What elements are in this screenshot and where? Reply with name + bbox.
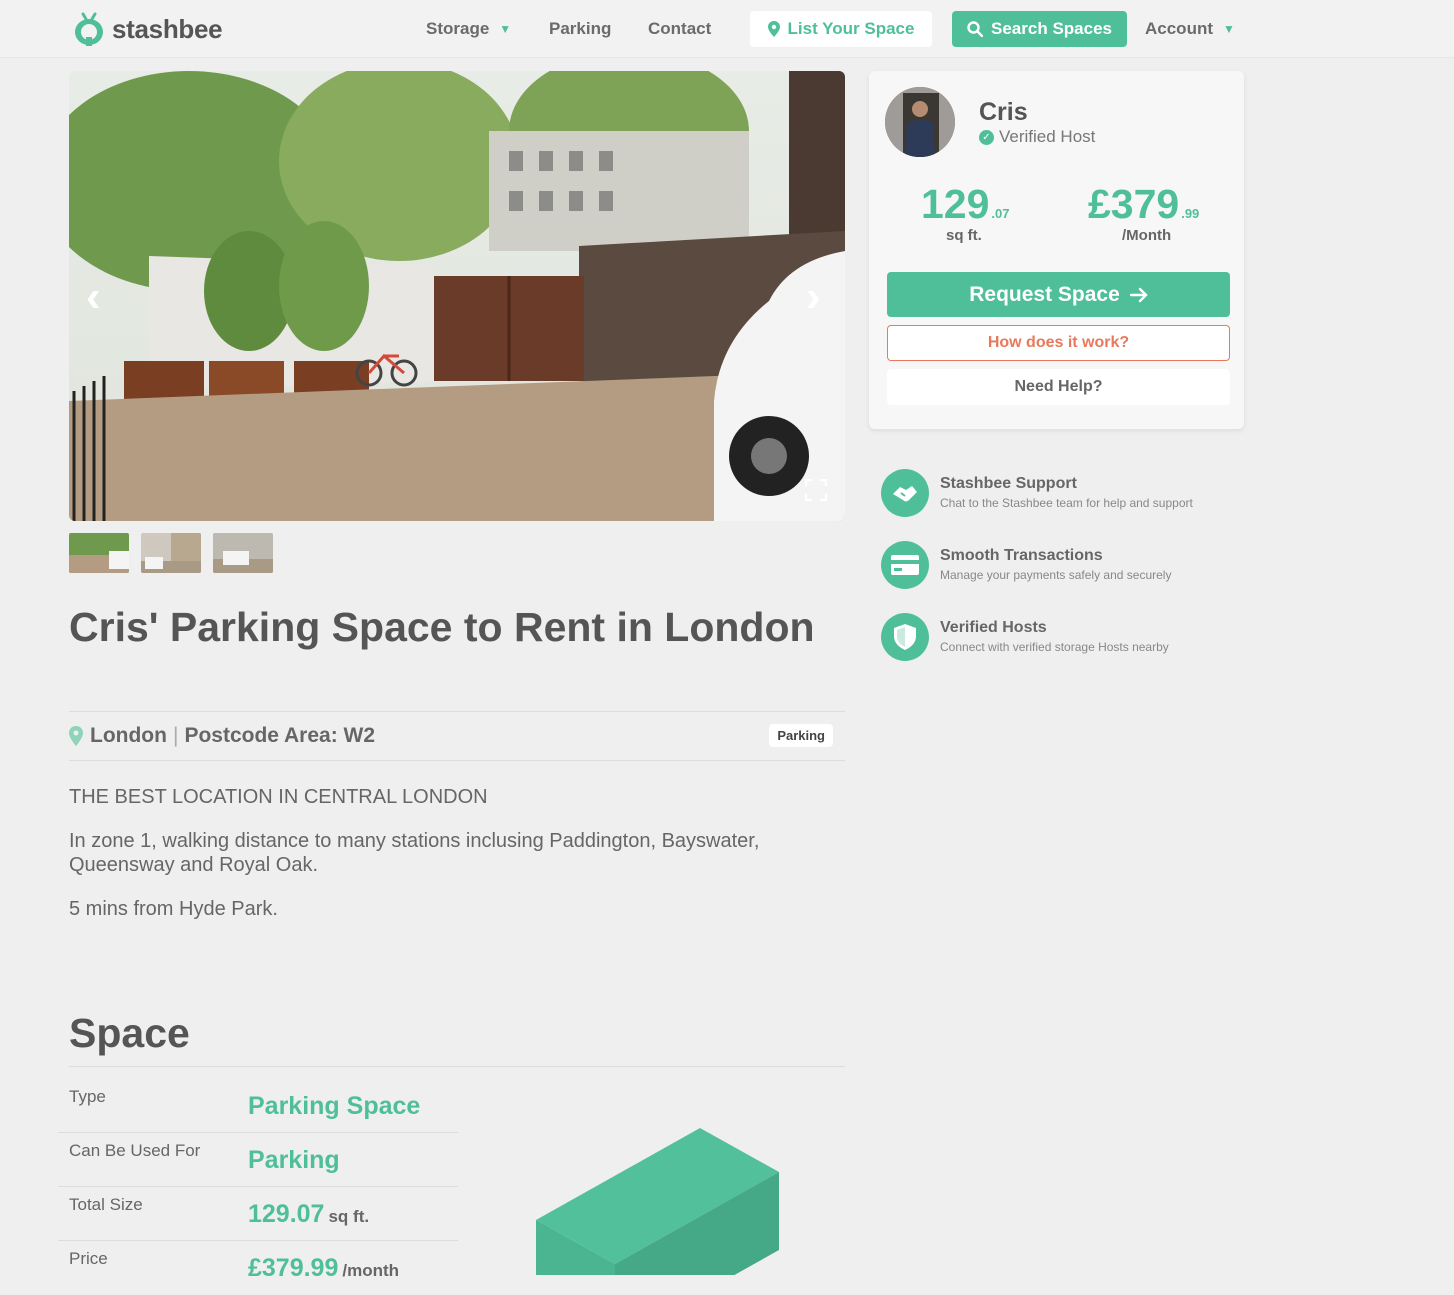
space-row-label: Total Size bbox=[69, 1195, 143, 1214]
price-integer: £379 bbox=[1088, 181, 1180, 227]
feature-verified-hosts: Verified Hosts Connect with verified sto… bbox=[881, 613, 1251, 663]
feature-title: Verified Hosts bbox=[940, 619, 1047, 636]
description-paragraph: 5 mins from Hyde Park. bbox=[69, 898, 278, 920]
space-row-label: Type bbox=[69, 1087, 106, 1106]
space-size-cube-illustration bbox=[536, 1128, 779, 1275]
space-row-value: Parking Space bbox=[248, 1092, 421, 1120]
description-paragraph: In zone 1, walking distance to many stat… bbox=[69, 830, 760, 876]
brand-name: stashbee bbox=[112, 13, 223, 44]
host-name: Cris bbox=[979, 98, 1028, 126]
feature-subtitle: Connect with verified storage Hosts near… bbox=[940, 640, 1169, 654]
space-row-size: Total Size 129.07 sq ft. bbox=[58, 1187, 458, 1241]
shield-icon bbox=[881, 613, 929, 661]
need-help-button[interactable]: Need Help? bbox=[887, 369, 1230, 405]
location-city: London bbox=[90, 724, 167, 747]
list-your-space-button[interactable]: List Your Space bbox=[750, 11, 932, 47]
location-bar: London | Postcode Area: W2 Parking bbox=[69, 711, 845, 761]
credit-card-icon bbox=[881, 541, 929, 589]
how-does-it-work-button[interactable]: How does it work? bbox=[887, 325, 1230, 361]
search-spaces-button[interactable]: Search Spaces bbox=[952, 11, 1127, 47]
divider bbox=[69, 1066, 845, 1067]
gallery-next-arrow[interactable]: › bbox=[806, 275, 821, 319]
price-display: £379.99 bbox=[1088, 181, 1199, 228]
feature-title: Smooth Transactions bbox=[940, 547, 1103, 564]
request-space-label: Request Space bbox=[969, 282, 1120, 306]
search-spaces-label: Search Spaces bbox=[991, 19, 1112, 38]
space-row-usage: Can Be Used For Parking bbox=[58, 1133, 458, 1187]
feature-title: Stashbee Support bbox=[940, 475, 1077, 492]
host-booking-card: Cris ✓ Verified Host 129.07 sq ft. £379.… bbox=[869, 71, 1244, 429]
stashbee-logo[interactable]: stashbee bbox=[72, 10, 223, 48]
space-row-value: Parking bbox=[248, 1146, 340, 1174]
nav-account[interactable]: Account ▼ bbox=[1145, 11, 1235, 47]
thumbnail-image bbox=[141, 533, 201, 573]
photo-gallery[interactable] bbox=[69, 71, 845, 521]
gallery-thumbnail[interactable] bbox=[69, 533, 129, 573]
location-postcode: Postcode Area: W2 bbox=[184, 724, 376, 747]
space-row-label: Can Be Used For bbox=[69, 1141, 201, 1160]
host-avatar bbox=[885, 87, 955, 157]
category-badge: Parking bbox=[769, 724, 833, 747]
price-unit-label: /Month bbox=[1122, 227, 1172, 244]
space-row-type: Type Parking Space bbox=[58, 1079, 458, 1133]
size-unit-label: sq ft. bbox=[946, 227, 982, 244]
size-decimal: .07 bbox=[991, 206, 1010, 221]
nav-storage[interactable]: Storage ▼ bbox=[426, 11, 511, 47]
thumbnail-image bbox=[69, 533, 129, 573]
thumbnail-image bbox=[213, 533, 273, 573]
space-row-value: £379.99/month bbox=[248, 1254, 399, 1283]
feature-subtitle: Manage your payments safely and securely bbox=[940, 568, 1172, 582]
size-display: 129.07 bbox=[921, 181, 1010, 228]
nav-contact[interactable]: Contact bbox=[648, 11, 711, 47]
handshake-icon bbox=[881, 469, 929, 517]
space-row-value: 129.07 sq ft. bbox=[248, 1200, 369, 1229]
location-separator: | bbox=[172, 724, 179, 747]
nav-storage-label: Storage bbox=[426, 19, 490, 38]
size-value: 129.07 bbox=[248, 1200, 325, 1228]
chevron-down-icon: ▼ bbox=[499, 22, 512, 36]
map-pin-icon bbox=[767, 21, 780, 37]
listing-title: Cris' Parking Space to Rent in London bbox=[69, 604, 815, 650]
top-nav-bar: stashbee Storage ▼ Parking Contact List … bbox=[0, 0, 1454, 58]
host-photo bbox=[885, 87, 955, 157]
space-row-price: Price £379.99/month bbox=[58, 1241, 458, 1295]
price-unit: /month bbox=[342, 1261, 400, 1280]
map-pin-icon bbox=[69, 726, 83, 746]
nav-contact-label: Contact bbox=[648, 19, 712, 38]
verified-host-indicator: ✓ Verified Host bbox=[979, 127, 1095, 147]
arrow-right-icon bbox=[1129, 287, 1148, 302]
feature-support: Stashbee Support Chat to the Stashbee te… bbox=[881, 469, 1251, 519]
verified-label: Verified Host bbox=[999, 127, 1096, 146]
size-integer: 129 bbox=[921, 181, 990, 227]
chevron-down-icon: ▼ bbox=[1223, 22, 1235, 36]
gallery-thumbnail[interactable] bbox=[141, 533, 201, 573]
description-heading: THE BEST LOCATION IN CENTRAL LONDON bbox=[69, 786, 488, 808]
nav-parking-label: Parking bbox=[549, 19, 612, 38]
search-icon bbox=[967, 21, 984, 37]
space-section-heading: Space bbox=[69, 1010, 190, 1056]
list-your-space-label: List Your Space bbox=[787, 19, 915, 38]
price-decimal: .99 bbox=[1181, 206, 1200, 221]
feature-subtitle: Chat to the Stashbee team for help and s… bbox=[940, 496, 1193, 510]
gallery-thumbnail[interactable] bbox=[213, 533, 273, 573]
feature-transactions: Smooth Transactions Manage your payments… bbox=[881, 541, 1251, 591]
fullscreen-icon[interactable] bbox=[805, 479, 827, 501]
request-space-button[interactable]: Request Space bbox=[887, 272, 1230, 317]
space-row-label: Price bbox=[69, 1249, 108, 1268]
nav-parking[interactable]: Parking bbox=[549, 11, 611, 47]
gallery-prev-arrow[interactable]: ‹ bbox=[86, 275, 101, 319]
nav-account-label: Account bbox=[1145, 19, 1213, 38]
check-icon: ✓ bbox=[979, 129, 994, 145]
parking-space-photo bbox=[69, 71, 845, 521]
size-unit: sq ft. bbox=[328, 1207, 370, 1226]
price-value: £379.99 bbox=[248, 1254, 339, 1282]
bee-logo-icon bbox=[75, 12, 103, 46]
